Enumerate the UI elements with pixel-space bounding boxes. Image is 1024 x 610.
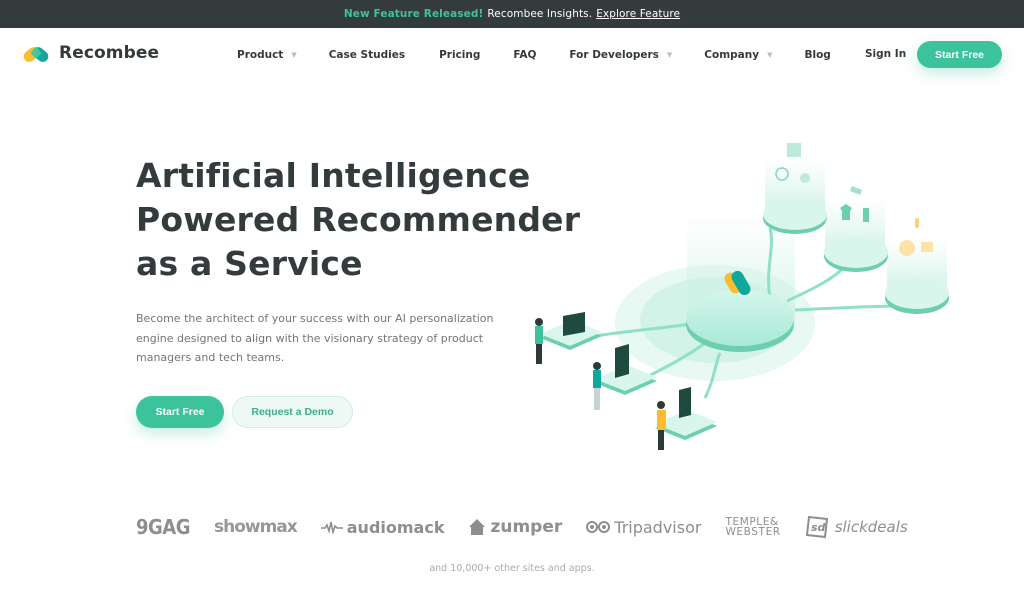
nav-label: Product: [237, 49, 284, 61]
nav-item-faq[interactable]: FAQ: [513, 49, 536, 61]
user-workstation-laptop: [535, 312, 602, 364]
nav-start-free-button[interactable]: Start Free: [917, 41, 1002, 68]
sign-in-link[interactable]: Sign In: [865, 48, 906, 60]
svg-text:sd: sd: [811, 521, 826, 534]
hero-actions: Start Free Request a Demo: [136, 396, 353, 428]
logo-text: showmax: [213, 517, 298, 537]
more-clients-text: and 10,000+ other sites and apps.: [429, 563, 595, 574]
hero-title-line: as a Service: [136, 244, 363, 283]
nav-label: Pricing: [439, 49, 481, 61]
logo-9gag: 9GAG: [136, 515, 190, 539]
user-workstation-phone: [655, 387, 717, 450]
nav-label: Case Studies: [328, 49, 406, 61]
announcement-bar: New Feature Released! Recombee Insights.…: [0, 0, 1024, 28]
content-platform-fashion: [824, 186, 888, 272]
announcement-highlight: New Feature Released!: [343, 8, 484, 20]
hub-disc: [686, 290, 794, 346]
announcement-text: Recombee Insights.: [487, 8, 593, 20]
client-logos: 9GAG showmax audiomack zumper Tripadviso…: [136, 510, 908, 544]
logo-text: 9GAG: [136, 515, 190, 539]
chevron-down-icon: ▼: [291, 51, 297, 59]
chevron-down-icon: ▼: [767, 51, 773, 59]
logo-temple-webster: TEMPLE& WEBSTER: [725, 517, 781, 538]
hero-title: Artificial Intelligence Powered Recommen…: [136, 154, 580, 286]
request-demo-button[interactable]: Request a Demo: [232, 396, 353, 428]
logo-zumper: zumper: [468, 517, 562, 537]
hero-start-free-button[interactable]: Start Free: [136, 396, 224, 428]
nav-item-blog[interactable]: Blog: [804, 49, 830, 61]
logo-text: slickdeals: [834, 518, 908, 536]
recombee-logo-icon: [23, 46, 49, 62]
logo-text: audiomack: [346, 517, 445, 537]
logo-text: zumper: [490, 517, 563, 537]
recommender-network-illustration: [535, 143, 949, 450]
logo-text: Tripadvisor: [614, 517, 702, 537]
logo-audiomack: audiomack: [320, 517, 445, 537]
nav-label: Blog: [804, 49, 831, 61]
brand-name: Recombee: [59, 43, 160, 63]
house-icon: [469, 519, 486, 535]
logo-tripadvisor: Tripadvisor: [586, 518, 701, 537]
nav-item-for-developers[interactable]: For Developers ▼: [569, 49, 672, 61]
owl-eyes-icon: [586, 521, 611, 533]
main-menu: Product ▼ Case Studies Pricing FAQ For D…: [237, 28, 831, 82]
nav-item-product[interactable]: Product ▼: [237, 49, 297, 61]
logo-showmax: showmax: [213, 517, 298, 537]
nav-item-case-studies[interactable]: Case Studies: [329, 49, 405, 61]
hero-title-line: Artificial Intelligence: [136, 156, 531, 195]
nav-label: For Developers: [569, 49, 659, 61]
slickdeals-badge-icon: sd: [805, 515, 828, 539]
hero-title-line: Powered Recommender: [136, 200, 581, 239]
nav-label: FAQ: [513, 49, 537, 61]
content-platform-video: [763, 143, 827, 234]
explore-feature-link[interactable]: Explore Feature: [596, 8, 680, 20]
brand-logo[interactable]: Recombee: [22, 42, 159, 64]
nav-item-pricing[interactable]: Pricing: [439, 49, 480, 61]
logo-slickdeals: sd slickdeals: [805, 515, 908, 539]
chevron-down-icon: ▼: [666, 51, 673, 59]
top-navigation: Recombee Product ▼ Case Studies Pricing …: [0, 28, 1024, 82]
logo-text: WEBSTER: [725, 526, 781, 538]
nav-item-company[interactable]: Company ▼: [704, 49, 772, 61]
hero-description: Become the architect of your success wit…: [136, 312, 494, 364]
nav-label: Company: [704, 49, 760, 61]
content-platform-audio: [885, 218, 949, 314]
audiomack-waveform-icon: [320, 521, 343, 534]
